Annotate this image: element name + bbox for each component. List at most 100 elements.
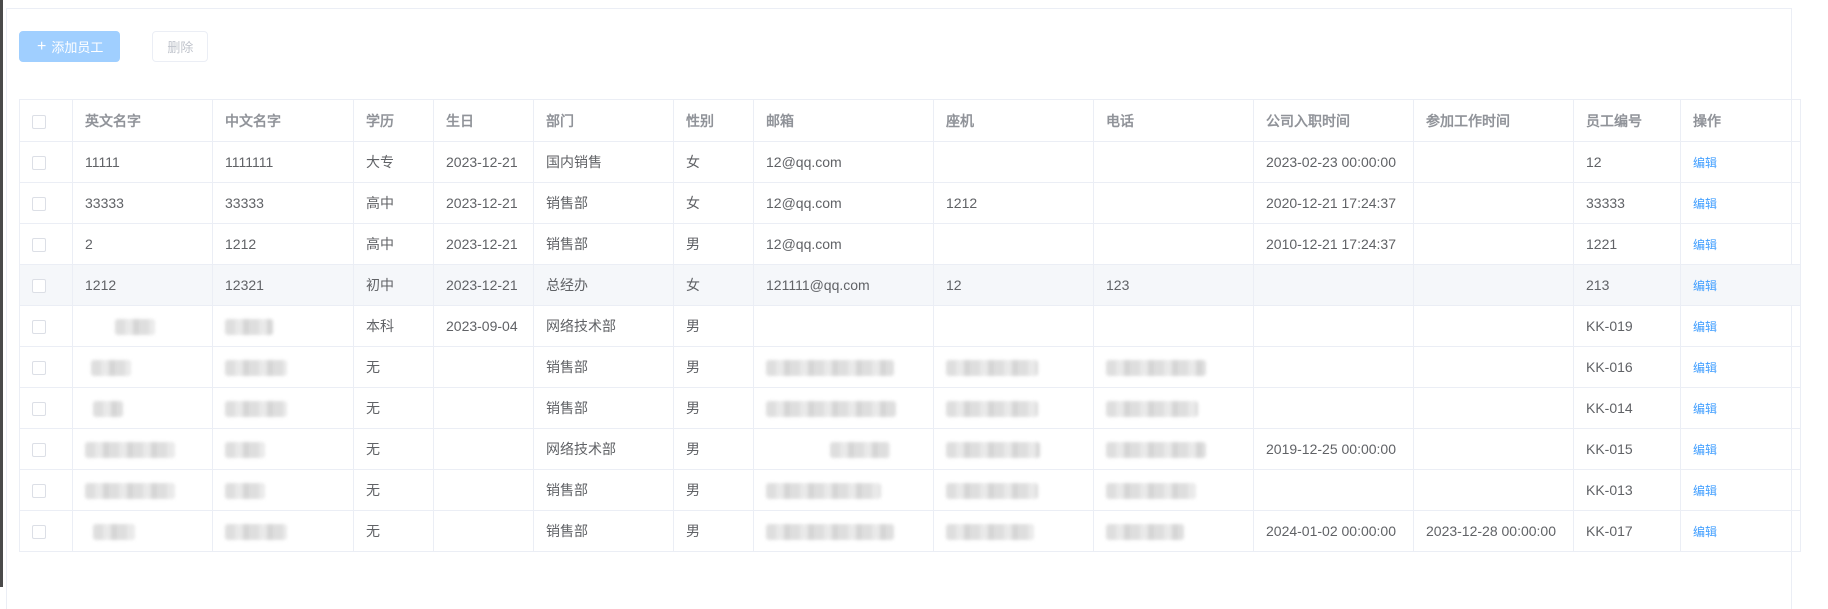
- redacted-value: [91, 359, 131, 376]
- column-header[interactable]: 参加工作时间: [1413, 99, 1574, 142]
- table-row[interactable]: 无 销售部男 KK-014 编辑: [19, 387, 1801, 429]
- table-row[interactable]: 33333 33333 高中 2023-12-21 销售部女 12@qq.com 1212 2…: [19, 182, 1801, 224]
- edit-link[interactable]: 编辑: [1693, 525, 1717, 539]
- cell-hire-date: 2023-02-23 00:00:00: [1253, 141, 1414, 183]
- row-checkbox[interactable]: [32, 402, 46, 417]
- table-row[interactable]: 无 销售部男 KK-016 编辑: [19, 346, 1801, 388]
- redacted-value: [93, 400, 123, 417]
- column-header[interactable]: 性别: [673, 99, 754, 142]
- edit-link[interactable]: 编辑: [1693, 279, 1717, 293]
- row-checkbox[interactable]: [32, 320, 46, 335]
- cell-phone: [1093, 346, 1254, 388]
- cell-landline: 1212: [933, 182, 1094, 224]
- row-select-cell: [19, 346, 73, 388]
- column-header[interactable]: 邮箱: [753, 99, 934, 142]
- table-row[interactable]: 无 销售部男 2024-01-02 00:00:00 2023-12-28 00:00…: [19, 510, 1801, 552]
- cell-education: 无: [353, 428, 434, 470]
- row-select-cell: [19, 387, 73, 429]
- cell-department: 国内销售: [533, 141, 674, 183]
- toolbar: + 添加员工 删除: [19, 31, 209, 62]
- column-header[interactable]: 生日: [433, 99, 534, 142]
- select-all-checkbox[interactable]: [32, 114, 46, 129]
- cell-email: [753, 387, 934, 429]
- row-checkbox[interactable]: [32, 238, 46, 253]
- cell-phone: [1093, 387, 1254, 429]
- redacted-value: [1106, 359, 1206, 376]
- column-header[interactable]: 员工编号: [1573, 99, 1681, 142]
- row-checkbox[interactable]: [32, 525, 46, 540]
- cell-hire-date: [1253, 469, 1414, 511]
- column-header[interactable]: 公司入职时间: [1253, 99, 1414, 142]
- redacted-value: [946, 359, 1038, 376]
- column-header[interactable]: 学历: [353, 99, 434, 142]
- row-checkbox[interactable]: [32, 443, 46, 458]
- cell-en-name: 33333: [72, 182, 213, 224]
- cell-birthday: 2023-12-21: [433, 264, 534, 306]
- cell-emp-no: 12: [1573, 141, 1681, 183]
- row-checkbox[interactable]: [32, 484, 46, 499]
- column-header[interactable]: 电话: [1093, 99, 1254, 142]
- cell-gender: 男: [673, 428, 754, 470]
- edit-link[interactable]: 编辑: [1693, 320, 1717, 334]
- redacted-value: [1106, 400, 1198, 417]
- cell-education: 初中: [353, 264, 434, 306]
- add-employee-button[interactable]: + 添加员工: [19, 31, 121, 62]
- cell-department: 销售部: [533, 182, 674, 224]
- cell-en-name: [72, 305, 213, 347]
- edit-link[interactable]: 编辑: [1693, 443, 1717, 457]
- edit-link[interactable]: 编辑: [1693, 484, 1717, 498]
- row-checkbox[interactable]: [32, 361, 46, 376]
- cell-birthday: [433, 428, 534, 470]
- cell-actions: 编辑: [1680, 264, 1801, 306]
- cell-actions: 编辑: [1680, 141, 1801, 183]
- table-row[interactable]: 11111 1111111 大专 2023-12-21 国内销售女 12@qq.com 20…: [19, 141, 1801, 183]
- cell-work-start: [1413, 305, 1574, 347]
- cell-birthday: [433, 346, 534, 388]
- cell-hire-date: 2024-01-02 00:00:00: [1253, 510, 1414, 552]
- redacted-value: [1106, 482, 1196, 499]
- cell-cn-name: [212, 305, 354, 347]
- plus-icon: +: [37, 37, 47, 55]
- cell-landline: [933, 305, 1094, 347]
- table-row[interactable]: 本科 2023-09-04 网络技术部男 KK-019 编辑: [19, 305, 1801, 347]
- cell-phone: 123: [1093, 264, 1254, 306]
- row-checkbox[interactable]: [32, 197, 46, 212]
- cell-phone: [1093, 428, 1254, 470]
- cell-phone: [1093, 141, 1254, 183]
- column-header[interactable]: 座机: [933, 99, 1094, 142]
- edit-link[interactable]: 编辑: [1693, 238, 1717, 252]
- edit-link[interactable]: 编辑: [1693, 197, 1717, 211]
- redacted-value: [1106, 441, 1206, 458]
- table-row[interactable]: 2 1212 高中 2023-12-21 销售部男 12@qq.com 2010-12-21…: [19, 223, 1801, 265]
- cell-email: 12@qq.com: [753, 182, 934, 224]
- column-header[interactable]: 部门: [533, 99, 674, 142]
- row-checkbox[interactable]: [32, 156, 46, 171]
- cell-landline: [933, 387, 1094, 429]
- column-header[interactable]: 中文名字: [212, 99, 354, 142]
- cell-birthday: 2023-12-21: [433, 223, 534, 265]
- row-select-cell: [19, 469, 73, 511]
- cell-emp-no: KK-013: [1573, 469, 1681, 511]
- cell-landline: [933, 469, 1094, 511]
- cell-emp-no: KK-019: [1573, 305, 1681, 347]
- edit-link[interactable]: 编辑: [1693, 361, 1717, 375]
- cell-landline: [933, 428, 1094, 470]
- cell-hire-date: [1253, 305, 1414, 347]
- table-header-row: 英文名字 中文名字 学历 生日 部门 性别 邮箱 座机 电话 公司入职时间 参加…: [19, 99, 1801, 142]
- cell-work-start: [1413, 428, 1574, 470]
- table-body: 11111 1111111 大专 2023-12-21 国内销售女 12@qq.com 20…: [19, 141, 1801, 552]
- cell-emp-no: KK-015: [1573, 428, 1681, 470]
- row-checkbox[interactable]: [32, 279, 46, 294]
- edit-link[interactable]: 编辑: [1693, 156, 1717, 170]
- cell-education: 本科: [353, 305, 434, 347]
- page: + 添加员工 删除 英文名字 中文名字 学历 生日 部门 性别 邮箱 座机 电话…: [0, 0, 1828, 609]
- cell-email: [753, 428, 934, 470]
- delete-button[interactable]: 删除: [152, 31, 209, 62]
- table-row[interactable]: 无 网络技术部男 2019-12-25 00:00:00 KK-015 编辑: [19, 428, 1801, 470]
- column-header[interactable]: 英文名字: [72, 99, 213, 142]
- table-row[interactable]: 1212 12321 初中 2023-12-21 总经办女 121111@qq.com 12…: [19, 264, 1801, 306]
- cell-department: 总经办: [533, 264, 674, 306]
- edit-link[interactable]: 编辑: [1693, 402, 1717, 416]
- cell-birthday: [433, 469, 534, 511]
- table-row[interactable]: 无 销售部男 KK-013 编辑: [19, 469, 1801, 511]
